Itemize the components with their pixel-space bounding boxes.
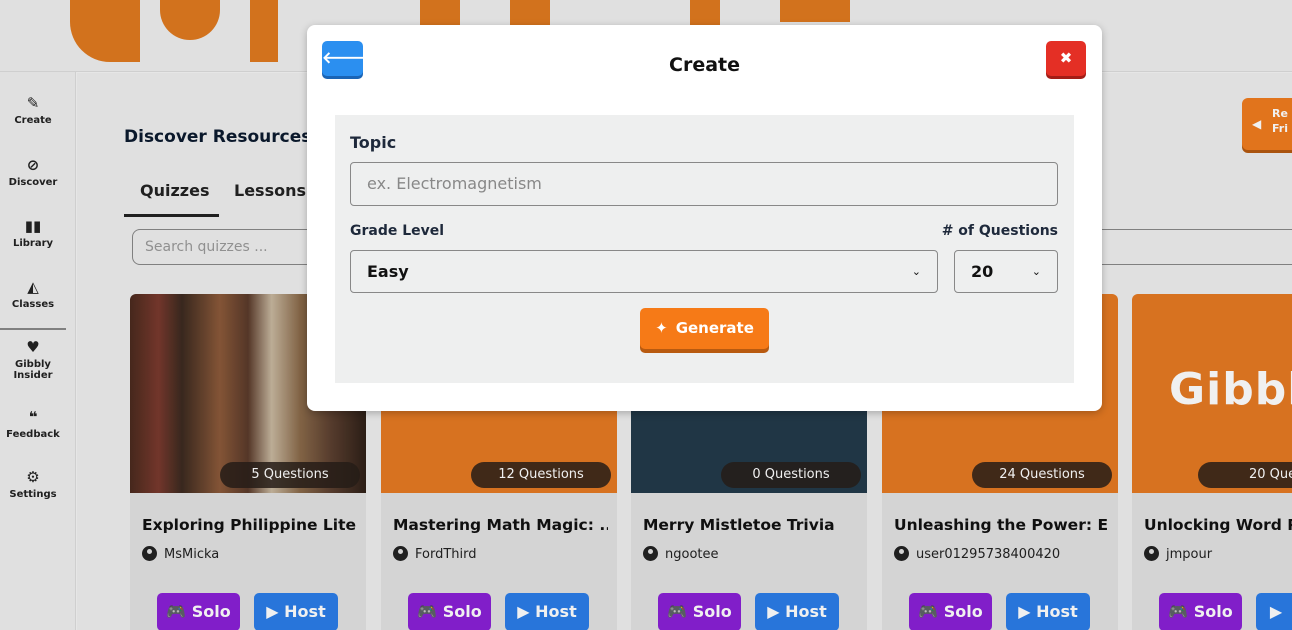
generate-button[interactable]: ✦ Generate xyxy=(640,308,769,349)
grade-level-value: Easy xyxy=(367,262,409,281)
question-count-select[interactable]: 20 ⌄ xyxy=(954,250,1058,293)
close-icon: ✖ xyxy=(1059,49,1073,67)
chevron-down-icon: ⌄ xyxy=(1031,265,1041,278)
topic-input[interactable]: ex. Electromagnetism xyxy=(350,162,1058,206)
chevron-down-icon: ⌄ xyxy=(911,265,921,278)
modal-title: Create xyxy=(669,54,740,76)
close-button[interactable]: ✖ xyxy=(1046,41,1086,76)
create-modal: 🡐 Create ✖ Topic ex. Electromagnetism Gr… xyxy=(307,25,1102,411)
question-count-value: 20 xyxy=(971,262,994,281)
grade-level-label: Grade Level xyxy=(350,223,445,239)
create-form: Topic ex. Electromagnetism Grade Level #… xyxy=(335,115,1074,383)
generate-label: Generate xyxy=(675,319,754,337)
grade-level-select[interactable]: Easy ⌄ xyxy=(350,250,938,293)
topic-label: Topic xyxy=(350,133,397,152)
question-count-label: # of Questions xyxy=(941,223,1058,239)
sparkle-icon: ✦ xyxy=(655,319,668,337)
